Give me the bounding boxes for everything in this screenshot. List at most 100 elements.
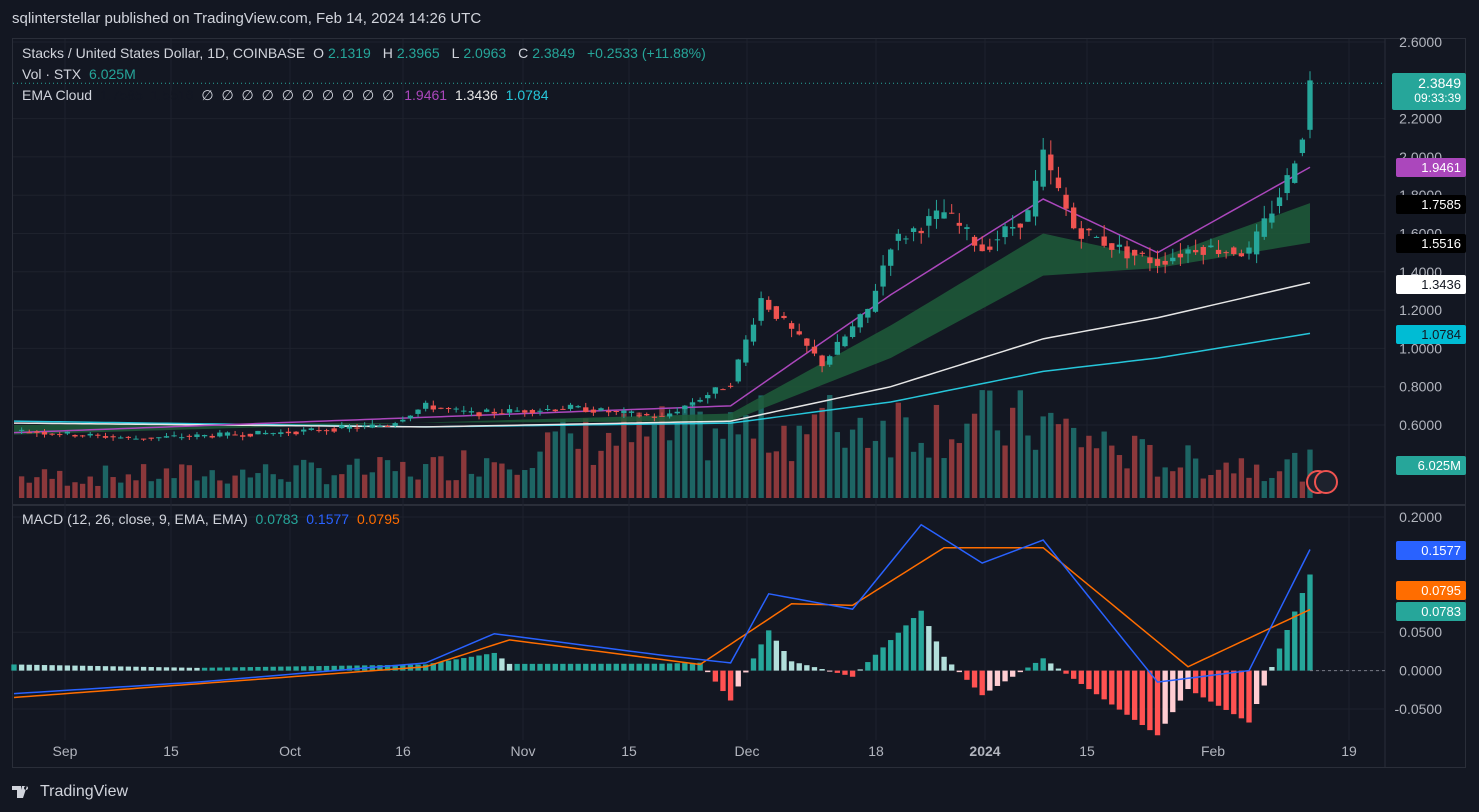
candle-body <box>26 432 32 434</box>
time-tick: 15 <box>163 743 179 759</box>
tradingview-logo-icon <box>12 786 29 798</box>
volume-bar <box>415 479 421 498</box>
macd-histogram-bar <box>18 664 25 671</box>
volume-bar <box>194 480 200 498</box>
candle-body <box>583 407 589 413</box>
volume-bar <box>423 464 429 498</box>
candle-body <box>926 216 932 226</box>
ema-value-1: 1.7585 <box>99 87 143 103</box>
candle-body <box>567 404 574 409</box>
candle-body <box>1025 210 1031 222</box>
volume-bar <box>369 472 375 498</box>
candle-body <box>933 210 940 219</box>
candle-body <box>438 407 444 409</box>
candle-body <box>666 413 673 417</box>
macd-histogram-bar <box>872 654 879 671</box>
candle-body <box>1261 218 1267 237</box>
candle-body <box>133 438 139 440</box>
macd-tick: 0.0500 <box>1399 624 1442 640</box>
chart-canvas[interactable]: 2.60002.20002.00001.80001.60001.40001.20… <box>0 0 1479 812</box>
macd-histogram-bar <box>232 667 238 671</box>
volume-bar <box>575 448 581 498</box>
candle-body <box>910 228 917 232</box>
ema-white-tag: 1.3436 <box>1396 275 1466 294</box>
volume-bar <box>118 482 124 498</box>
volume-bar <box>1055 424 1062 498</box>
volume-bar <box>453 480 459 498</box>
candle-body <box>750 324 757 342</box>
macd-histogram-bar <box>682 663 688 671</box>
candle-body <box>430 405 436 410</box>
candle-body <box>1131 249 1138 256</box>
volume-bar <box>522 470 528 498</box>
time-tick: 15 <box>621 743 637 759</box>
volume-bar <box>1101 431 1107 498</box>
volume-bar <box>819 407 825 498</box>
volume-bar <box>1299 481 1306 498</box>
time-tick: Feb <box>1201 743 1225 759</box>
macd-histogram-bar <box>224 667 231 671</box>
candle-body <box>461 410 467 412</box>
candle-body <box>79 435 86 437</box>
volume-bar <box>87 476 93 498</box>
volume-bar <box>377 457 383 498</box>
macd-histogram-bar <box>1010 670 1016 677</box>
brand-name: TradingView <box>40 783 129 800</box>
volume-bar <box>1071 427 1077 498</box>
volume-bar <box>849 429 856 498</box>
candle-body <box>301 429 307 432</box>
macd-histogram-bar <box>994 670 1001 686</box>
volume-bar <box>133 480 139 498</box>
macd-label: MACD (12, 26, close, 9, EMA, EMA) <box>22 511 248 527</box>
volume-bar <box>102 465 109 498</box>
macd-histogram-bar <box>712 670 719 682</box>
macd-histogram-bar <box>956 670 962 673</box>
candle-body <box>605 410 612 413</box>
ema-white-line <box>13 281 1311 428</box>
volume-bar <box>705 460 711 498</box>
candle-body <box>293 431 299 435</box>
candle-body <box>499 413 505 415</box>
candle-body <box>1147 257 1153 264</box>
candle-body <box>1192 249 1199 253</box>
macd-histogram-bar <box>133 666 139 671</box>
candle-body <box>255 430 261 435</box>
volume-bar <box>1170 471 1176 498</box>
volume-bar <box>1109 445 1115 498</box>
macd-signal-tag: 0.0795 <box>1396 581 1466 600</box>
candle-body <box>49 433 55 435</box>
volume-bar <box>743 415 749 498</box>
candle-body <box>1078 228 1084 239</box>
macd-hist-tag: 0.0783 <box>1396 602 1466 621</box>
candle-body <box>1010 226 1016 229</box>
candle-body <box>423 402 429 409</box>
candle-body <box>491 411 497 414</box>
candle-body <box>125 436 132 438</box>
volume-bar <box>392 471 398 498</box>
candle-body <box>506 409 513 413</box>
candle-body <box>712 387 719 394</box>
candle-body <box>400 419 406 422</box>
candle-body <box>918 230 924 234</box>
time-tick: 19 <box>1341 743 1357 759</box>
macd-histogram-bar <box>1185 670 1191 690</box>
volume-bar <box>171 478 177 498</box>
volume-bar <box>910 451 917 498</box>
macd-histogram-bar <box>1025 667 1031 671</box>
candle-body <box>1284 175 1290 194</box>
volume-bar <box>697 411 703 498</box>
macd-histogram-bar <box>49 665 55 671</box>
candle-body <box>194 434 200 437</box>
candle-body <box>201 435 208 437</box>
volume-bars <box>18 390 1313 498</box>
volume-bar <box>1093 448 1100 498</box>
volume-bar <box>125 474 132 498</box>
volume-bar <box>179 464 185 498</box>
macd-histogram-bar <box>57 665 63 671</box>
volume-bar <box>1208 474 1214 498</box>
volume-bar <box>788 461 795 498</box>
candle-body <box>872 290 879 312</box>
macd-histogram-bar <box>278 666 284 671</box>
volume-bar <box>1192 458 1199 498</box>
volume-bar <box>1284 459 1290 498</box>
